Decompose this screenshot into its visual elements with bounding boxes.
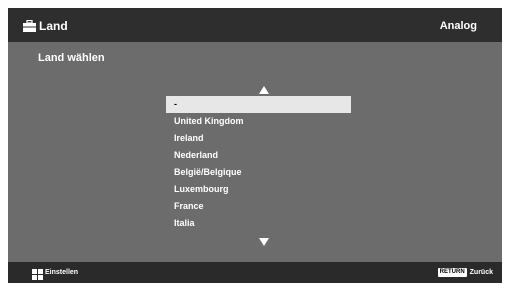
list-item[interactable]: Nederland <box>166 147 351 164</box>
list-item[interactable]: United Kingdom <box>166 113 351 130</box>
list-item[interactable]: België/Belgique <box>166 164 351 181</box>
triangle-down-icon[interactable] <box>258 234 270 246</box>
country-list: - United Kingdom Ireland Nederland Belgi… <box>166 96 351 232</box>
back-label: Zurück <box>469 269 493 276</box>
back-hint[interactable]: RETURN Zurück <box>437 267 493 278</box>
tv-menu-screen: Land Analog Land wählen - United Kingdom… <box>8 8 502 283</box>
signal-mode-label: Analog <box>439 20 477 32</box>
dpad-icon <box>32 267 43 280</box>
header-bar: Land Analog <box>8 8 502 42</box>
page-title: Land wählen <box>38 52 105 64</box>
list-item[interactable]: - <box>166 96 351 113</box>
set-label: Einstellen <box>45 269 79 276</box>
return-key-badge: RETURN <box>437 268 467 277</box>
list-item[interactable]: Luxembourg <box>166 181 351 198</box>
header-title: Land <box>39 19 68 33</box>
toolbox-icon <box>23 19 36 32</box>
list-item[interactable]: France <box>166 198 351 215</box>
triangle-up-icon[interactable] <box>258 82 270 94</box>
set-hint[interactable]: Einstellen <box>32 267 79 280</box>
footer-bar: Einstellen RETURN Zurück <box>8 262 502 283</box>
list-item[interactable]: Ireland <box>166 130 351 147</box>
list-item[interactable]: Italia <box>166 215 351 232</box>
